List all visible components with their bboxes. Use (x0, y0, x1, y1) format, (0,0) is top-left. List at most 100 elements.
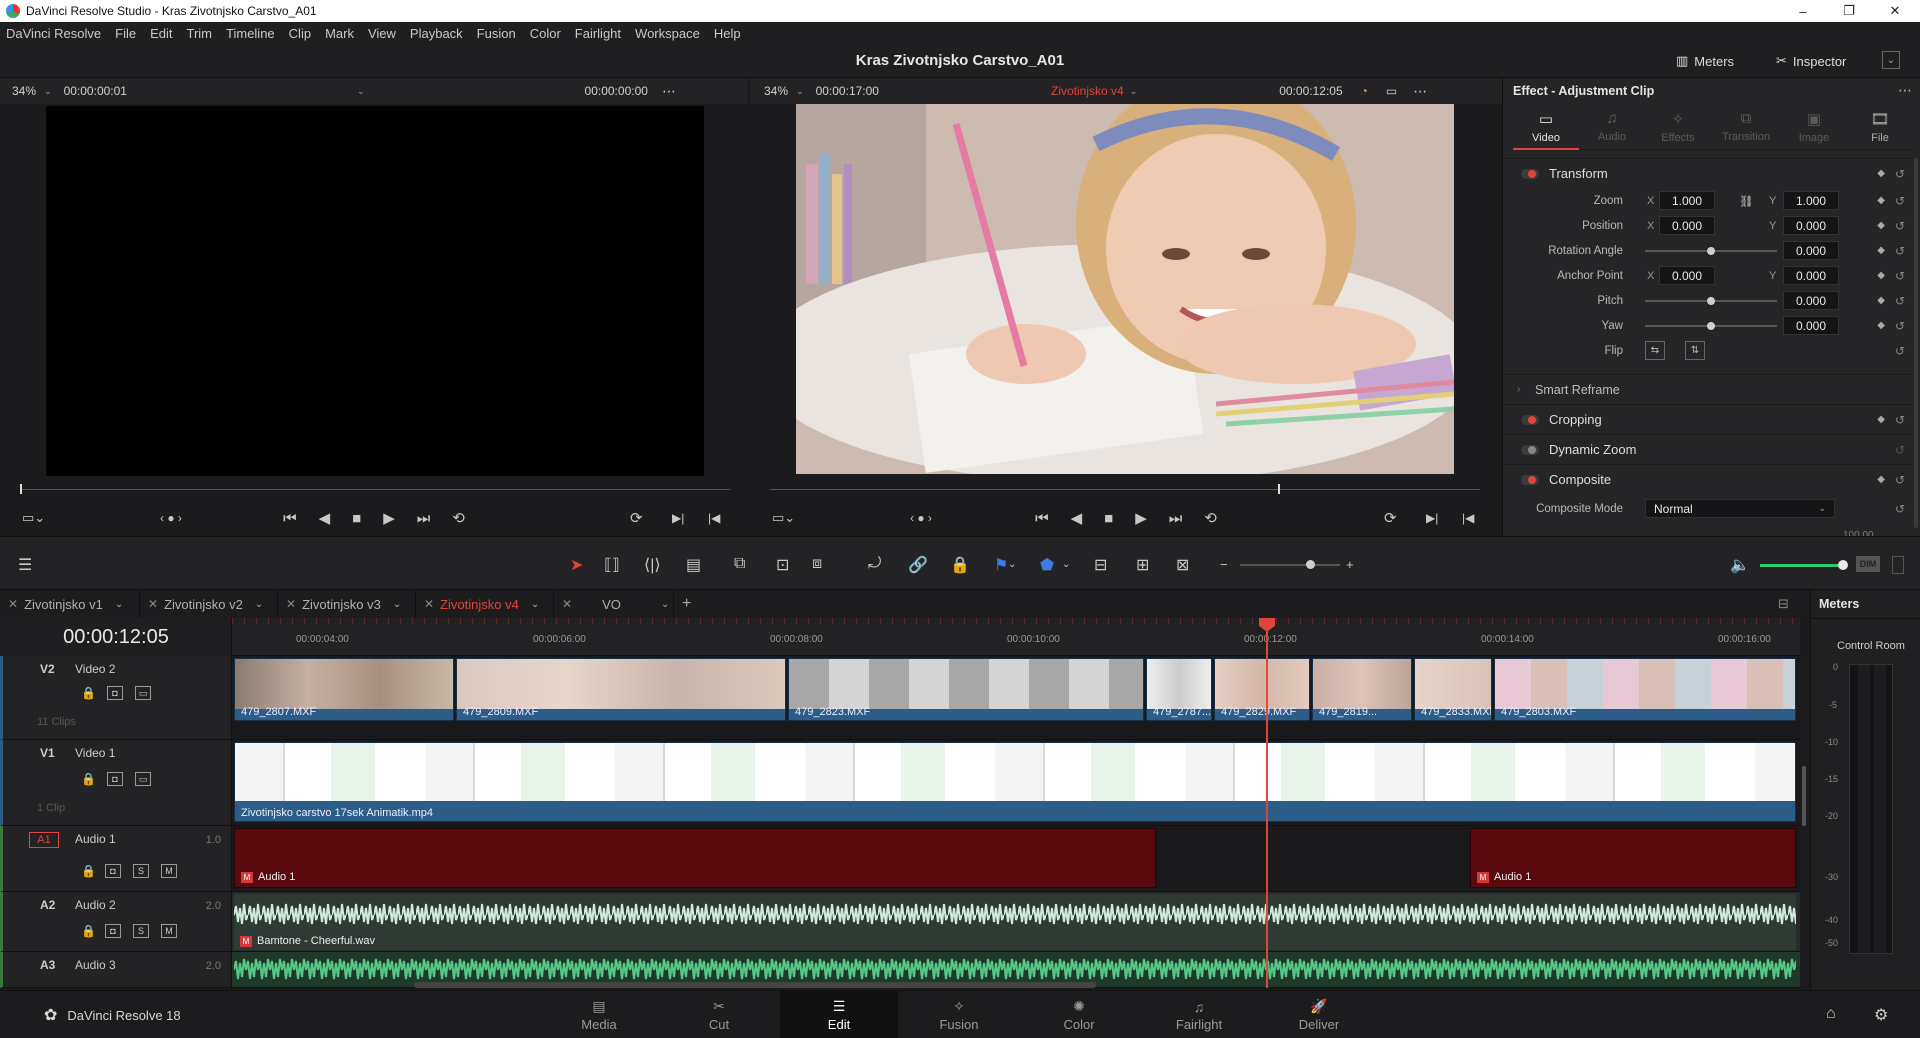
zoom-detail-icon[interactable]: ⊞ (1136, 555, 1149, 575)
track-visibility-icon[interactable]: ▭ (135, 686, 151, 700)
keyframe-icon[interactable]: ◆ (1877, 474, 1885, 485)
page-media-button[interactable]: ▤ Media (540, 991, 658, 1038)
reset-icon[interactable]: ↺ (1895, 473, 1905, 487)
menu-clip[interactable]: Clip (289, 26, 311, 41)
trim-tool-icon[interactable]: ⟦⟧ (604, 555, 620, 575)
page-edit-button[interactable]: ☰ Edit (780, 991, 898, 1038)
playback-speed-icon[interactable]: ◔ (1361, 84, 1368, 98)
overwrite-clip-icon[interactable]: ⊡ (776, 555, 789, 575)
position-y-field[interactable]: 0.000 (1783, 216, 1839, 235)
pitch-field[interactable]: 0.000 (1783, 291, 1839, 310)
timeline-clip[interactable]: 479_2823.MXF (788, 658, 1144, 721)
page-fusion-button[interactable]: ✧ Fusion (900, 991, 1018, 1038)
keyframe-icon[interactable]: ◆ (1877, 295, 1885, 306)
jog-control-icon[interactable]: ‹ ● › (160, 511, 182, 525)
inspector-scrollbar[interactable] (1914, 158, 1918, 528)
chevron-down-icon[interactable]: ⌄ (1062, 559, 1070, 570)
keyframe-icon[interactable]: ◆ (1877, 270, 1885, 281)
loop-icon[interactable]: ⟲ (452, 509, 465, 527)
page-deliver-button[interactable]: 🚀 Deliver (1260, 991, 1378, 1038)
skip-to-start-icon[interactable]: ⏮ (283, 510, 297, 527)
track-name[interactable]: Audio 3 (75, 958, 116, 972)
timeline-clip[interactable]: 479_2787... (1146, 658, 1212, 721)
tab-zivotinjsko-v4[interactable]: ✕ Zivotinjsko v4 ⌄ (416, 590, 554, 618)
tab-audio[interactable]: ♫ Audio (1579, 106, 1645, 150)
tab-effects[interactable]: ✧ Effects (1645, 106, 1711, 150)
timeline-clip[interactable]: 479_2807.MXF (234, 658, 454, 721)
gear-icon[interactable]: ⚙ (1874, 1005, 1888, 1025)
play-icon[interactable]: ▶ (383, 509, 395, 527)
track-name[interactable]: Video 1 (75, 746, 115, 760)
pitch-slider-knob[interactable] (1707, 297, 1715, 305)
reset-icon[interactable]: ↺ (1895, 344, 1905, 358)
timeline-viewer-playhead[interactable] (1278, 484, 1280, 494)
position-x-field[interactable]: 0.000 (1659, 216, 1715, 235)
timeline-clip[interactable]: 479_2803.MXF (1494, 658, 1796, 721)
reset-icon[interactable]: ↺ (1895, 167, 1905, 181)
keyframe-icon[interactable]: ◆ (1877, 195, 1885, 206)
lock-icon[interactable]: 🔒 (81, 686, 96, 700)
minimize-button[interactable]: – (1780, 0, 1826, 22)
source-playhead[interactable] (20, 484, 22, 494)
timeline-playhead[interactable] (1266, 618, 1268, 988)
more-options-icon[interactable]: ⋯ (662, 83, 676, 100)
auto-select-icon[interactable]: ◘ (107, 686, 123, 700)
track-visibility-icon[interactable]: ▭ (135, 772, 151, 786)
timeline-clip[interactable]: 479_2819... (1312, 658, 1412, 721)
reset-icon[interactable]: ↺ (1895, 413, 1905, 427)
audio-clip[interactable]: M Audio 1 (234, 828, 1156, 888)
menu-davinci-resolve[interactable]: DaVinci Resolve (6, 26, 101, 41)
menu-fairlight[interactable]: Fairlight (575, 26, 621, 41)
zoom-in-icon[interactable]: + (1346, 557, 1354, 572)
keyframe-icon[interactable]: ◆ (1877, 414, 1885, 425)
add-timeline-tab-button[interactable]: + (674, 590, 714, 618)
play-reverse-icon[interactable]: ◀ (319, 509, 331, 527)
mute-button[interactable]: M (161, 864, 177, 878)
chevron-down-icon[interactable]: ⌄ (255, 599, 263, 610)
expand-panel-button[interactable]: ⌄ (1882, 51, 1900, 69)
timeline-scrubber-bar[interactable] (770, 489, 1480, 490)
close-tab-icon[interactable]: ✕ (562, 597, 572, 611)
menu-edit[interactable]: Edit (150, 26, 172, 41)
close-button[interactable]: ✕ (1872, 0, 1918, 22)
match-frame-icon[interactable]: ⟳ (630, 509, 643, 527)
chevron-down-icon[interactable]: ⌄ (44, 86, 52, 97)
chevron-down-icon[interactable]: ⌄ (661, 599, 669, 610)
snapping-icon[interactable]: ⤾ (868, 555, 881, 573)
insert-clip-icon[interactable]: ⧉ (734, 555, 745, 573)
cropping-enable-toggle[interactable] (1521, 414, 1539, 425)
viewer-mode-icon[interactable]: ▭⌄ (22, 510, 45, 526)
dim-button[interactable]: DIM (1856, 556, 1880, 572)
menu-view[interactable]: View (368, 26, 396, 41)
mark-out-icon[interactable]: |◀ (1462, 511, 1474, 525)
rotation-field[interactable]: 0.000 (1783, 241, 1839, 260)
tab-zivotinjsko-v3[interactable]: ✕ Zivotinjsko v3 ⌄ (278, 590, 416, 618)
timeline-name-dropdown[interactable]: Zivotinjsko v4 (1051, 84, 1124, 98)
timeline-zoom-knob[interactable] (1306, 560, 1315, 569)
jog-control-icon[interactable]: ‹ ● › (910, 511, 932, 525)
zoom-x-field[interactable]: 1.000 (1659, 191, 1715, 210)
smart-reframe-section[interactable]: › Smart Reframe (1503, 374, 1913, 404)
timeline-clip[interactable]: 479_2809.MXF (456, 658, 786, 721)
tab-image[interactable]: ▣ Image (1781, 106, 1847, 150)
flip-horizontal-icon[interactable]: ⇆ (1645, 341, 1665, 360)
audio-clip[interactable]: M Audio 1 (1470, 828, 1796, 888)
chevron-down-icon[interactable]: ⌄ (1130, 86, 1138, 97)
keyframe-icon[interactable]: ◆ (1877, 320, 1885, 331)
menu-fusion[interactable]: Fusion (477, 26, 516, 41)
inspector-toggle-button[interactable]: ✂ Inspector (1776, 50, 1846, 72)
position-lock-icon[interactable]: 🔒 (950, 555, 970, 575)
reset-icon[interactable]: ↺ (1895, 319, 1905, 333)
reset-icon[interactable]: ↺ (1895, 294, 1905, 308)
reset-icon[interactable]: ↺ (1895, 219, 1905, 233)
master-volume-knob[interactable] (1838, 560, 1848, 570)
zoom-full-icon[interactable]: ⊟ (1094, 555, 1107, 575)
selection-tool-icon[interactable]: ➤ (570, 555, 583, 575)
menu-playback[interactable]: Playback (410, 26, 463, 41)
mark-out-icon[interactable]: |◀ (708, 511, 720, 525)
keyframe-icon[interactable]: ◆ (1877, 168, 1885, 179)
solo-button[interactable]: S (133, 924, 149, 938)
timeline-clip[interactable]: Zivotinjsko carstvo 17sek Animatik.mp4 (234, 742, 1796, 822)
home-icon[interactable]: ⌂ (1826, 1005, 1836, 1023)
source-zoom[interactable]: 34% (12, 84, 36, 98)
